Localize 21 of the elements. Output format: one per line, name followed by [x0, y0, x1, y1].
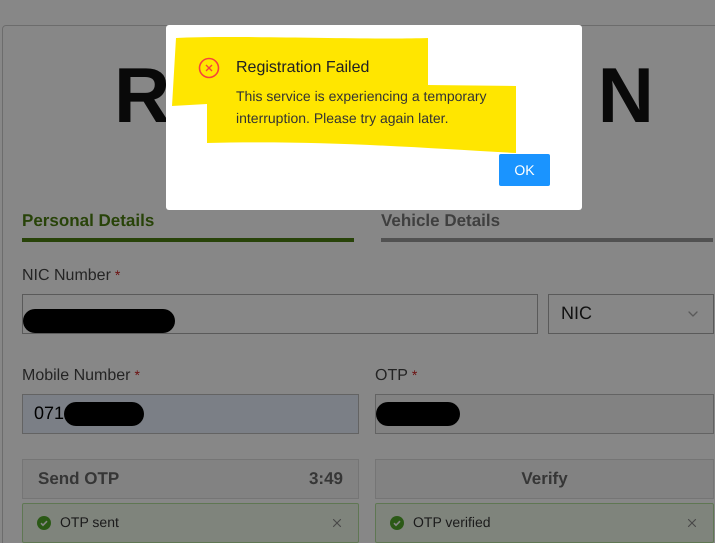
id-type-select[interactable]: NIC	[548, 294, 714, 334]
check-circle-icon	[390, 516, 404, 530]
ok-button[interactable]: OK	[499, 154, 550, 186]
mobile-input[interactable]: 071	[22, 394, 359, 434]
otp-input[interactable]	[375, 394, 714, 434]
page-heading: N	[598, 56, 654, 141]
alert-text: OTP sent	[60, 513, 119, 532]
field-label: OTP	[375, 366, 408, 386]
required-marker: *	[412, 366, 418, 385]
mobile-value: 071	[34, 402, 64, 425]
required-marker: *	[134, 366, 140, 385]
field-label: Mobile Number	[22, 366, 130, 386]
nic-input[interactable]	[22, 294, 538, 334]
field-label: NIC Number	[22, 266, 111, 286]
error-x-icon	[198, 57, 220, 79]
page-heading: R	[114, 56, 170, 141]
required-marker: *	[114, 266, 120, 285]
dialog-message: This service is experiencing a temporary interruption. Please try again later.	[236, 87, 488, 128]
check-circle-icon	[37, 516, 51, 530]
dialog-title: Registration Failed	[236, 58, 370, 78]
alert-text: OTP verified	[413, 513, 491, 532]
